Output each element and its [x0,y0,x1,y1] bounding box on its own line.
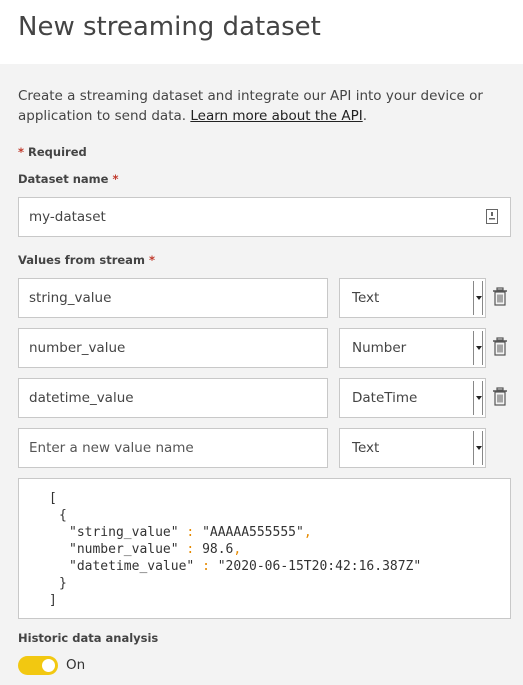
trash-icon[interactable] [492,287,508,307]
page-title: New streaming dataset [18,12,321,42]
values-label-text: Values from stream [18,253,145,267]
intro-text: Create a streaming dataset and integrate… [18,86,518,126]
historic-label: Historic data analysis [18,631,159,645]
json-value: "2020-06-15T20:42:16.387Z" [217,559,422,574]
value-type-select[interactable]: Number [339,328,486,368]
json-value: 98.6 [202,542,234,557]
value-name-input[interactable]: number_value [18,328,328,368]
json-comma: , [233,542,242,557]
json-key: "datetime_value" [69,559,195,574]
values-label: Values from stream * [18,253,155,267]
json-value: "AAAAA555555" [202,525,304,540]
values-asterisk: * [148,253,155,267]
dataset-name-label: Dataset name * [18,172,118,186]
json-key: "number_value" [69,542,179,557]
value-name-input[interactable]: string_value [18,278,328,318]
chevron-down-icon [473,331,483,365]
historic-toggle[interactable] [18,656,58,675]
trash-icon[interactable] [492,387,508,407]
json-open-brace: { [59,508,67,523]
header: New streaming dataset [0,0,523,64]
intro-tail: . [362,108,367,124]
dataset-name-asterisk: * [112,172,119,186]
document-icon [486,209,498,224]
value-type-select[interactable]: Text [339,278,486,318]
json-close-brace: } [59,576,67,591]
json-line: "number_value" : 98.6, [69,541,241,558]
chevron-down-icon [473,381,483,415]
new-value-type-select[interactable]: Text [339,428,486,468]
trash-icon[interactable] [492,337,508,357]
json-line: "datetime_value" : "2020-06-15T20:42:16.… [69,558,421,575]
json-line: "string_value" : "AAAAA555555", [69,524,312,541]
json-colon: : [186,542,195,557]
value-type-selected: Text [352,290,380,306]
value-type-select[interactable]: DateTime [339,378,486,418]
json-comma: , [303,525,312,540]
dataset-name-label-text: Dataset name [18,172,109,186]
value-type-selected: Number [352,340,407,356]
json-close-bracket: ] [49,593,57,608]
required-asterisk: * [18,145,25,159]
dataset-name-input[interactable]: my-dataset [18,197,511,237]
value-type-selected: DateTime [352,390,418,406]
required-note: * Required [18,145,87,159]
json-colon: : [202,559,210,574]
toggle-state-label: On [66,657,86,673]
new-value-name-input[interactable]: Enter a new value name [18,428,328,468]
json-key: "string_value" [69,525,179,540]
chevron-down-icon [473,431,483,465]
value-name-input[interactable]: datetime_value [18,378,328,418]
new-value-type-selected: Text [352,440,380,456]
json-colon: : [186,525,195,540]
toggle-knob [42,659,55,672]
required-label: Required [28,145,87,159]
learn-more-link[interactable]: Learn more about the API [190,108,362,124]
json-preview[interactable]: [ { "string_value" : "AAAAA555555", "num… [18,478,511,619]
dataset-name-value: my-dataset [29,209,106,225]
json-open-bracket: [ [49,491,57,506]
chevron-down-icon [473,281,483,315]
